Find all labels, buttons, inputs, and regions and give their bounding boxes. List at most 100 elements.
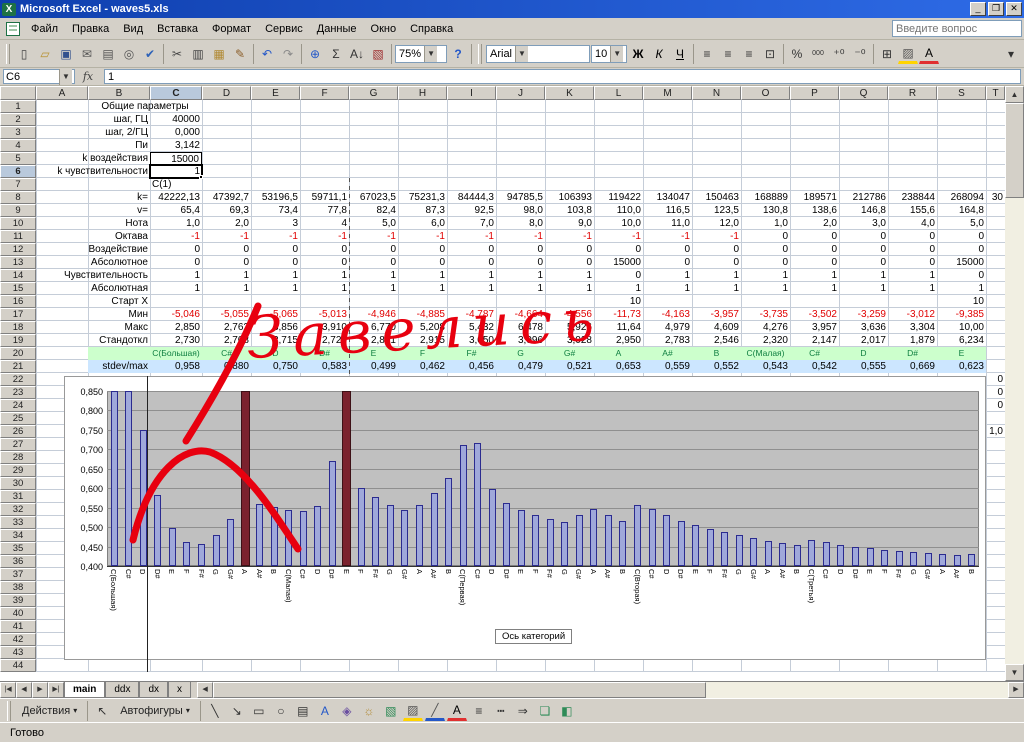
- underline-button[interactable]: Ч: [670, 44, 690, 64]
- grid-cell-O17[interactable]: -3,735: [741, 308, 790, 321]
- grid-cell-D20[interactable]: C#: [202, 347, 251, 360]
- grid-cell-D10[interactable]: 2,0: [202, 217, 251, 230]
- grid-cell-P12[interactable]: 0: [790, 243, 839, 256]
- grid-cell-Q8[interactable]: 212786: [839, 191, 888, 204]
- grid-cell-D21[interactable]: 0,880: [202, 360, 251, 373]
- grid-cell-N14[interactable]: 1: [692, 269, 741, 282]
- column-header-Q[interactable]: Q: [839, 86, 888, 100]
- grid-cell-M14[interactable]: 1: [643, 269, 692, 282]
- row-header-42[interactable]: 42: [0, 633, 36, 646]
- grid-cell-J19[interactable]: 3,096: [496, 334, 545, 347]
- grid-cell-L18[interactable]: 11,64: [594, 321, 643, 334]
- grid-cell-M19[interactable]: 2,783: [643, 334, 692, 347]
- grid-cell-S13[interactable]: 15000: [937, 256, 986, 269]
- row-header-39[interactable]: 39: [0, 594, 36, 607]
- grid-cell-B4[interactable]: Пи: [133, 139, 150, 152]
- zoom-dropdown[interactable]: 75% ▼: [395, 44, 447, 63]
- menu-Сервис[interactable]: Сервис: [258, 20, 310, 38]
- grid-cell-G19[interactable]: 2,801: [349, 334, 398, 347]
- line-icon[interactable]: ╲: [205, 701, 225, 721]
- grid-cell-M21[interactable]: 0,559: [643, 360, 692, 373]
- grid-cell-I8[interactable]: 84444,3: [447, 191, 496, 204]
- grid-cell-C12[interactable]: 0: [150, 243, 202, 256]
- grid-cell-Q9[interactable]: 146,8: [839, 204, 888, 217]
- row-header-35[interactable]: 35: [0, 542, 36, 555]
- grid-cell-B13[interactable]: Абсолютное: [89, 256, 150, 269]
- grid-cell-O11[interactable]: 0: [741, 230, 790, 243]
- grid-cell-P11[interactable]: 0: [790, 230, 839, 243]
- grid-cell-B10[interactable]: Нота: [123, 217, 150, 230]
- grid-cell-E11[interactable]: -1: [251, 230, 300, 243]
- chart-wizard-icon[interactable]: ▧: [368, 44, 388, 64]
- arrow-style-icon[interactable]: ⇒: [513, 701, 533, 721]
- grid-cell-B15[interactable]: Абсолютная: [89, 282, 150, 295]
- embedded-chart[interactable]: 0,850 0,800 0,750 0,700 0,650 0,600 0,550 0,500…: [64, 376, 986, 660]
- grid-cell-M11[interactable]: -1: [643, 230, 692, 243]
- draw-menu-button[interactable]: Действия ▾: [16, 701, 83, 721]
- italic-button[interactable]: К: [649, 44, 669, 64]
- grid-cell-O8[interactable]: 168889: [741, 191, 790, 204]
- spelling-icon[interactable]: ✔: [140, 44, 160, 64]
- align-left-icon[interactable]: ≡: [697, 44, 717, 64]
- grid-cell-C14[interactable]: 1: [150, 269, 202, 282]
- grid-cell-E8[interactable]: 53196,5: [251, 191, 300, 204]
- menu-Формат[interactable]: Формат: [205, 20, 258, 38]
- grid-cell-J8[interactable]: 94785,5: [496, 191, 545, 204]
- row-header-41[interactable]: 41: [0, 620, 36, 633]
- grid-cell-H14[interactable]: 1: [398, 269, 447, 282]
- grid-cell-E20[interactable]: D: [251, 347, 300, 360]
- horizontal-scrollbar[interactable]: ◀ ▶: [197, 682, 1024, 698]
- grid-cell-S15[interactable]: 1: [937, 282, 986, 295]
- grid-cell-D11[interactable]: -1: [202, 230, 251, 243]
- grid-cell-C21[interactable]: 0,958: [150, 360, 202, 373]
- grid-cell-I15[interactable]: 1: [447, 282, 496, 295]
- align-right-icon[interactable]: ≡: [739, 44, 759, 64]
- column-header-C[interactable]: C: [150, 86, 202, 100]
- format-painter-icon[interactable]: ✎: [230, 44, 250, 64]
- grid-cell-K9[interactable]: 103,8: [545, 204, 594, 217]
- grid-cell-O15[interactable]: 1: [741, 282, 790, 295]
- grid-cell-C7[interactable]: C(1): [150, 178, 202, 191]
- grid-cell-H13[interactable]: 0: [398, 256, 447, 269]
- grid-cell-I13[interactable]: 0: [447, 256, 496, 269]
- grid-cell-S20[interactable]: E: [937, 347, 986, 360]
- grid-cell-P19[interactable]: 2,147: [790, 334, 839, 347]
- font-color-icon[interactable]: А: [919, 44, 939, 64]
- grid-cell-D18[interactable]: 2,762: [202, 321, 251, 334]
- grid-cell-L11[interactable]: -1: [594, 230, 643, 243]
- column-header-A[interactable]: A: [36, 86, 88, 100]
- grid-cell-I10[interactable]: 7,0: [447, 217, 496, 230]
- maximize-button[interactable]: ❐: [988, 2, 1004, 16]
- grid-cell-S9[interactable]: 164,8: [937, 204, 986, 217]
- grid-cell-T8[interactable]: 30: [986, 191, 1005, 204]
- grid-cell-F20[interactable]: D#: [300, 347, 349, 360]
- menu-Справка[interactable]: Справка: [403, 20, 460, 38]
- grid-cell-C2[interactable]: 40000: [150, 113, 202, 126]
- select-all-corner[interactable]: [0, 86, 36, 100]
- row-header-18[interactable]: 18: [0, 321, 36, 334]
- row-header-37[interactable]: 37: [0, 568, 36, 581]
- grid-cell-D15[interactable]: 1: [202, 282, 251, 295]
- grid-cell-Q12[interactable]: 0: [839, 243, 888, 256]
- grid-cell-K13[interactable]: 0: [545, 256, 594, 269]
- grid-cell-P14[interactable]: 1: [790, 269, 839, 282]
- grid-cell-I20[interactable]: F#: [447, 347, 496, 360]
- cut-icon[interactable]: ✂: [167, 44, 187, 64]
- tab-scroll-icon[interactable]: |◀: [0, 682, 16, 698]
- row-header-15[interactable]: 15: [0, 282, 36, 295]
- grid-cell-S16[interactable]: 10: [937, 295, 986, 308]
- column-header-K[interactable]: K: [545, 86, 594, 100]
- grid-cell-K17[interactable]: -4,556: [545, 308, 594, 321]
- chevron-down-icon[interactable]: ▼: [59, 68, 72, 85]
- scroll-right-icon[interactable]: ▶: [1008, 682, 1024, 698]
- grid-cell-B8[interactable]: k=: [135, 191, 150, 204]
- row-header-10[interactable]: 10: [0, 217, 36, 230]
- grid-cell-F12[interactable]: 0: [300, 243, 349, 256]
- grid-cell-O18[interactable]: 4,276: [741, 321, 790, 334]
- font-size-dropdown[interactable]: 10 ▼: [591, 44, 627, 63]
- grid-cell-I12[interactable]: 0: [447, 243, 496, 256]
- grid-cell-M8[interactable]: 134047: [643, 191, 692, 204]
- column-header-P[interactable]: P: [790, 86, 839, 100]
- grid-cell-S17[interactable]: -9,385: [937, 308, 986, 321]
- grid-cell-L17[interactable]: -11,73: [594, 308, 643, 321]
